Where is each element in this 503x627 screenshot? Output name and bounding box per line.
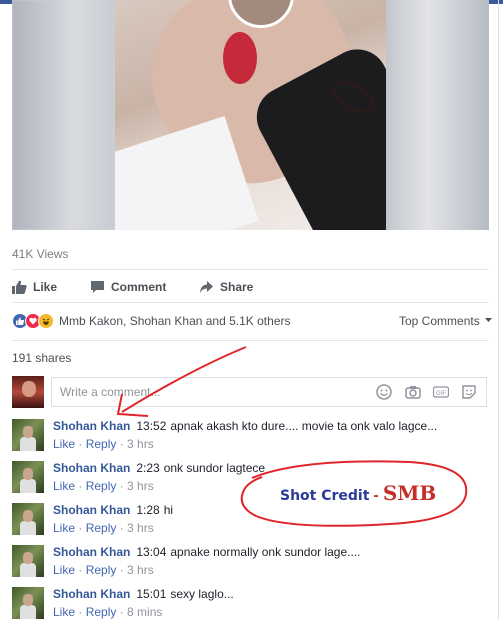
avatar-body xyxy=(20,563,36,577)
commenter-avatar[interactable] xyxy=(12,503,44,535)
comment-text: apnak akash kto dure.... movie ta onk va… xyxy=(170,419,438,433)
comment-reply-link[interactable]: Reply xyxy=(86,605,117,619)
share-label: Share xyxy=(220,280,254,294)
comment-reply-link[interactable]: Reply xyxy=(86,521,117,535)
comment-text-time: 15:01 xyxy=(136,587,167,601)
comment-item: Shohan Khan 13:04 apnake normally onk sund… xyxy=(12,545,492,585)
comment-reply-link[interactable]: Reply xyxy=(86,563,117,577)
shot-credit-name: SMB xyxy=(382,481,437,505)
avatar-head xyxy=(23,426,33,438)
comment-text: hi xyxy=(163,503,174,517)
right-border xyxy=(498,0,499,619)
avatar-head xyxy=(23,552,33,564)
comment-like-link[interactable]: Like xyxy=(53,437,75,451)
comment-reply-link[interactable]: Reply xyxy=(86,437,117,451)
comment-like-link[interactable]: Like xyxy=(53,521,75,535)
video-lips xyxy=(223,32,257,84)
comment-item: Shohan Khan 1:28 hi Like · Reply · 3 hrs xyxy=(12,503,492,543)
divider xyxy=(12,302,489,303)
thumbs-up-icon xyxy=(12,280,27,294)
comment-age[interactable]: 8 mins xyxy=(127,605,162,619)
top-comments-dropdown[interactable]: Top Comments xyxy=(399,314,493,328)
sticker-icon[interactable] xyxy=(461,384,477,400)
comment-like-link[interactable]: Like xyxy=(53,479,75,493)
comment-input[interactable] xyxy=(58,384,362,400)
comment-button[interactable]: Comment xyxy=(90,278,166,296)
avatar-head xyxy=(23,510,33,522)
comment-text: onk sundor lagtece xyxy=(163,461,266,475)
commenter-name[interactable]: Shohan Khan xyxy=(53,461,130,475)
comment-label: Comment xyxy=(111,280,167,294)
avatar-head xyxy=(23,594,33,606)
commenter-avatar[interactable] xyxy=(12,419,44,451)
commenter-avatar[interactable] xyxy=(12,545,44,577)
commenter-name[interactable]: Shohan Khan xyxy=(53,419,130,433)
share-count[interactable]: 191 shares xyxy=(12,351,71,365)
user-avatar[interactable] xyxy=(12,376,44,408)
comment-text-time: 13:52 xyxy=(136,419,167,433)
like-label: Like xyxy=(33,280,58,294)
divider xyxy=(12,269,489,270)
camera-icon[interactable] xyxy=(405,384,421,400)
avatar-head xyxy=(22,381,36,397)
comment-like-link[interactable]: Like xyxy=(53,605,75,619)
commenter-name[interactable]: Shohan Khan xyxy=(53,587,130,601)
shot-credit-dash: - xyxy=(373,489,379,504)
comment-like-link[interactable]: Like xyxy=(53,563,75,577)
avatar-body xyxy=(20,521,36,535)
commenter-name[interactable]: Shohan Khan xyxy=(53,503,130,517)
divider xyxy=(12,340,489,341)
top-comments-label: Top Comments xyxy=(399,314,480,328)
comment-composer[interactable]: GIF xyxy=(51,377,487,407)
comment-text-time: 2:23 xyxy=(136,461,160,475)
commenter-avatar[interactable] xyxy=(12,587,44,619)
avatar-body xyxy=(20,479,36,493)
comment-item: Shohan Khan 15:01 sexy laglo... Like · Rep… xyxy=(12,587,492,627)
commenter-name[interactable]: Shohan Khan xyxy=(53,545,130,559)
reaction-names: Mmb Kakon, Shohan Khan and 5.1K others xyxy=(59,314,291,328)
like-button[interactable]: Like xyxy=(12,278,57,296)
share-arrow-icon xyxy=(200,281,213,293)
avatar-head xyxy=(23,468,33,480)
comment-text: apnake normally onk sundor lage.... xyxy=(170,545,361,559)
comment-reply-link[interactable]: Reply xyxy=(86,479,117,493)
comment-meta: Like · Reply · 8 mins xyxy=(53,605,163,619)
shot-credit-label: Shot Credit xyxy=(280,488,370,504)
commenter-avatar[interactable] xyxy=(12,461,44,493)
comment-line: Shohan Khan 1:28 hi xyxy=(53,503,173,517)
svg-text:GIF: GIF xyxy=(436,391,446,397)
comment-age[interactable]: 3 hrs xyxy=(127,479,154,493)
caret-down-icon xyxy=(485,318,493,322)
comment-line: Shohan Khan 13:52 apnak akash kto dure....… xyxy=(53,419,437,433)
comment-age[interactable]: 3 hrs xyxy=(127,563,154,577)
video-blur-left xyxy=(12,0,115,230)
comment-age[interactable]: 3 hrs xyxy=(127,521,154,535)
avatar-body xyxy=(20,437,36,451)
video-frame xyxy=(115,0,386,230)
comment-meta: Like · Reply · 3 hrs xyxy=(53,437,154,451)
emoji-icon[interactable] xyxy=(376,384,392,400)
video-player[interactable] xyxy=(12,0,489,230)
avatar-body xyxy=(20,605,36,619)
comment-bubble-icon xyxy=(91,281,104,293)
comment-line: Shohan Khan 2:23 onk sundor lagtece xyxy=(53,461,265,475)
comment-item: Shohan Khan 13:52 apnak akash kto dure....… xyxy=(12,419,492,459)
reactions-summary[interactable]: Mmb Kakon, Shohan Khan and 5.1K others xyxy=(12,313,291,329)
comment-line: Shohan Khan 15:01 sexy laglo... xyxy=(53,587,234,601)
haha-reaction-icon xyxy=(38,313,54,329)
comment-meta: Like · Reply · 3 hrs xyxy=(53,521,154,535)
view-count: 41K Views xyxy=(12,247,69,261)
comment-text-time: 1:28 xyxy=(136,503,160,517)
gif-icon[interactable]: GIF xyxy=(433,384,449,400)
video-blur-right xyxy=(386,0,489,230)
comment-text: sexy laglo... xyxy=(170,587,234,601)
shot-credit-annotation: Shot Credit - SMB xyxy=(280,481,436,505)
comment-meta: Like · Reply · 3 hrs xyxy=(53,479,154,493)
share-button[interactable]: Share xyxy=(199,278,253,296)
comment-meta: Like · Reply · 3 hrs xyxy=(53,563,154,577)
comment-line: Shohan Khan 13:04 apnake normally onk sund… xyxy=(53,545,361,559)
comment-text-time: 13:04 xyxy=(136,545,167,559)
comment-age[interactable]: 3 hrs xyxy=(127,437,154,451)
